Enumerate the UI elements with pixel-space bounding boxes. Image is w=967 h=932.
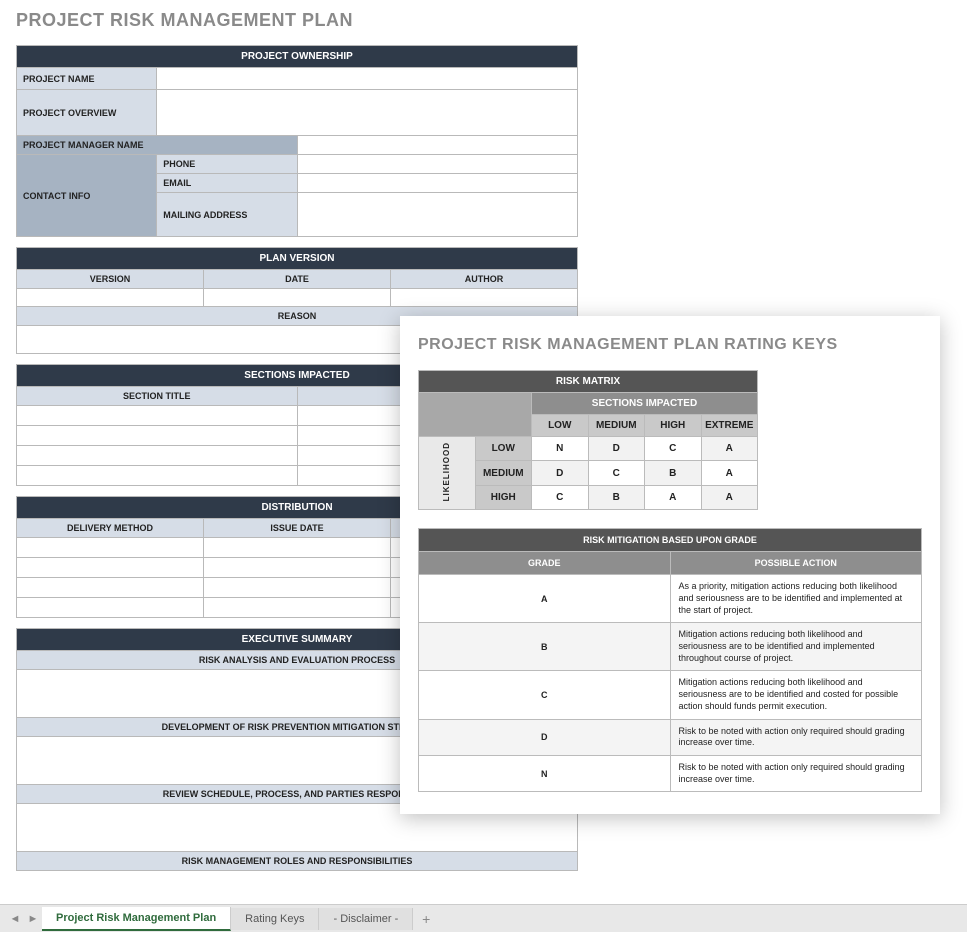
contact-label: CONTACT INFO [17,155,157,237]
col-action: POSSIBLE ACTION [670,552,922,575]
col-date: DATE [204,270,391,289]
mcol-0: LOW [532,415,589,437]
rating-keys-card: PROJECT RISK MANAGEMENT PLAN RATING KEYS… [400,316,940,814]
ownership-header: PROJECT OWNERSHIP [17,46,578,68]
mitigation-header: RISK MITIGATION BASED UPON GRADE [419,529,922,552]
phone-value [297,155,578,174]
col-section-title: SECTION TITLE [17,387,298,406]
project-name-label: PROJECT NAME [17,68,157,90]
manager-value [297,136,578,155]
mrow-2: HIGH [475,485,532,509]
exec-row-3: RISK MANAGEMENT ROLES AND RESPONSIBILITI… [17,852,578,871]
col-grade: GRADE [419,552,671,575]
tab-nav-prev[interactable]: ◄ [6,913,24,925]
page-title: PROJECT RISK MANAGEMENT PLAN [16,10,578,31]
mcol-2: HIGH [645,415,702,437]
tab-0[interactable]: Project Risk Management Plan [42,907,231,931]
col-version: VERSION [17,270,204,289]
card-title: PROJECT RISK MANAGEMENT PLAN RATING KEYS [418,336,922,354]
matrix-impacted: SECTIONS IMPACTED [532,393,758,415]
email-value [297,174,578,193]
phone-label: PHONE [157,155,297,174]
mailing-value [297,193,578,237]
tab-nav-next[interactable]: ► [24,913,42,925]
manager-label: PROJECT MANAGER NAME [17,136,298,155]
tab-2[interactable]: - Disclaimer - [319,908,413,930]
email-label: EMAIL [157,174,297,193]
col-delivery: DELIVERY METHOD [17,519,204,538]
sheet-tabbar: ◄ ► Project Risk Management Plan Rating … [0,904,967,932]
mailing-label: MAILING ADDRESS [157,193,297,237]
likelihood-label: LIKELIHOOD [442,442,451,501]
project-name-value [157,68,578,90]
matrix-header: RISK MATRIX [419,371,758,393]
col-issue: ISSUE DATE [204,519,391,538]
project-overview-label: PROJECT OVERVIEW [17,90,157,136]
mcol-3: EXTREME [701,415,758,437]
risk-matrix: RISK MATRIX SECTIONS IMPACTED LOW MEDIUM… [418,370,758,510]
ownership-section: PROJECT OWNERSHIP PROJECT NAME PROJECT O… [16,45,578,237]
add-sheet-button[interactable]: + [413,911,439,927]
mrow-1: MEDIUM [475,461,532,485]
col-author: AUTHOR [391,270,578,289]
mrow-0: LOW [475,437,532,461]
plan-version-header: PLAN VERSION [17,248,578,270]
mcol-1: MEDIUM [588,415,645,437]
mitigation-table: RISK MITIGATION BASED UPON GRADE GRADE P… [418,528,922,792]
project-overview-value [157,90,578,136]
tab-1[interactable]: Rating Keys [231,908,319,930]
